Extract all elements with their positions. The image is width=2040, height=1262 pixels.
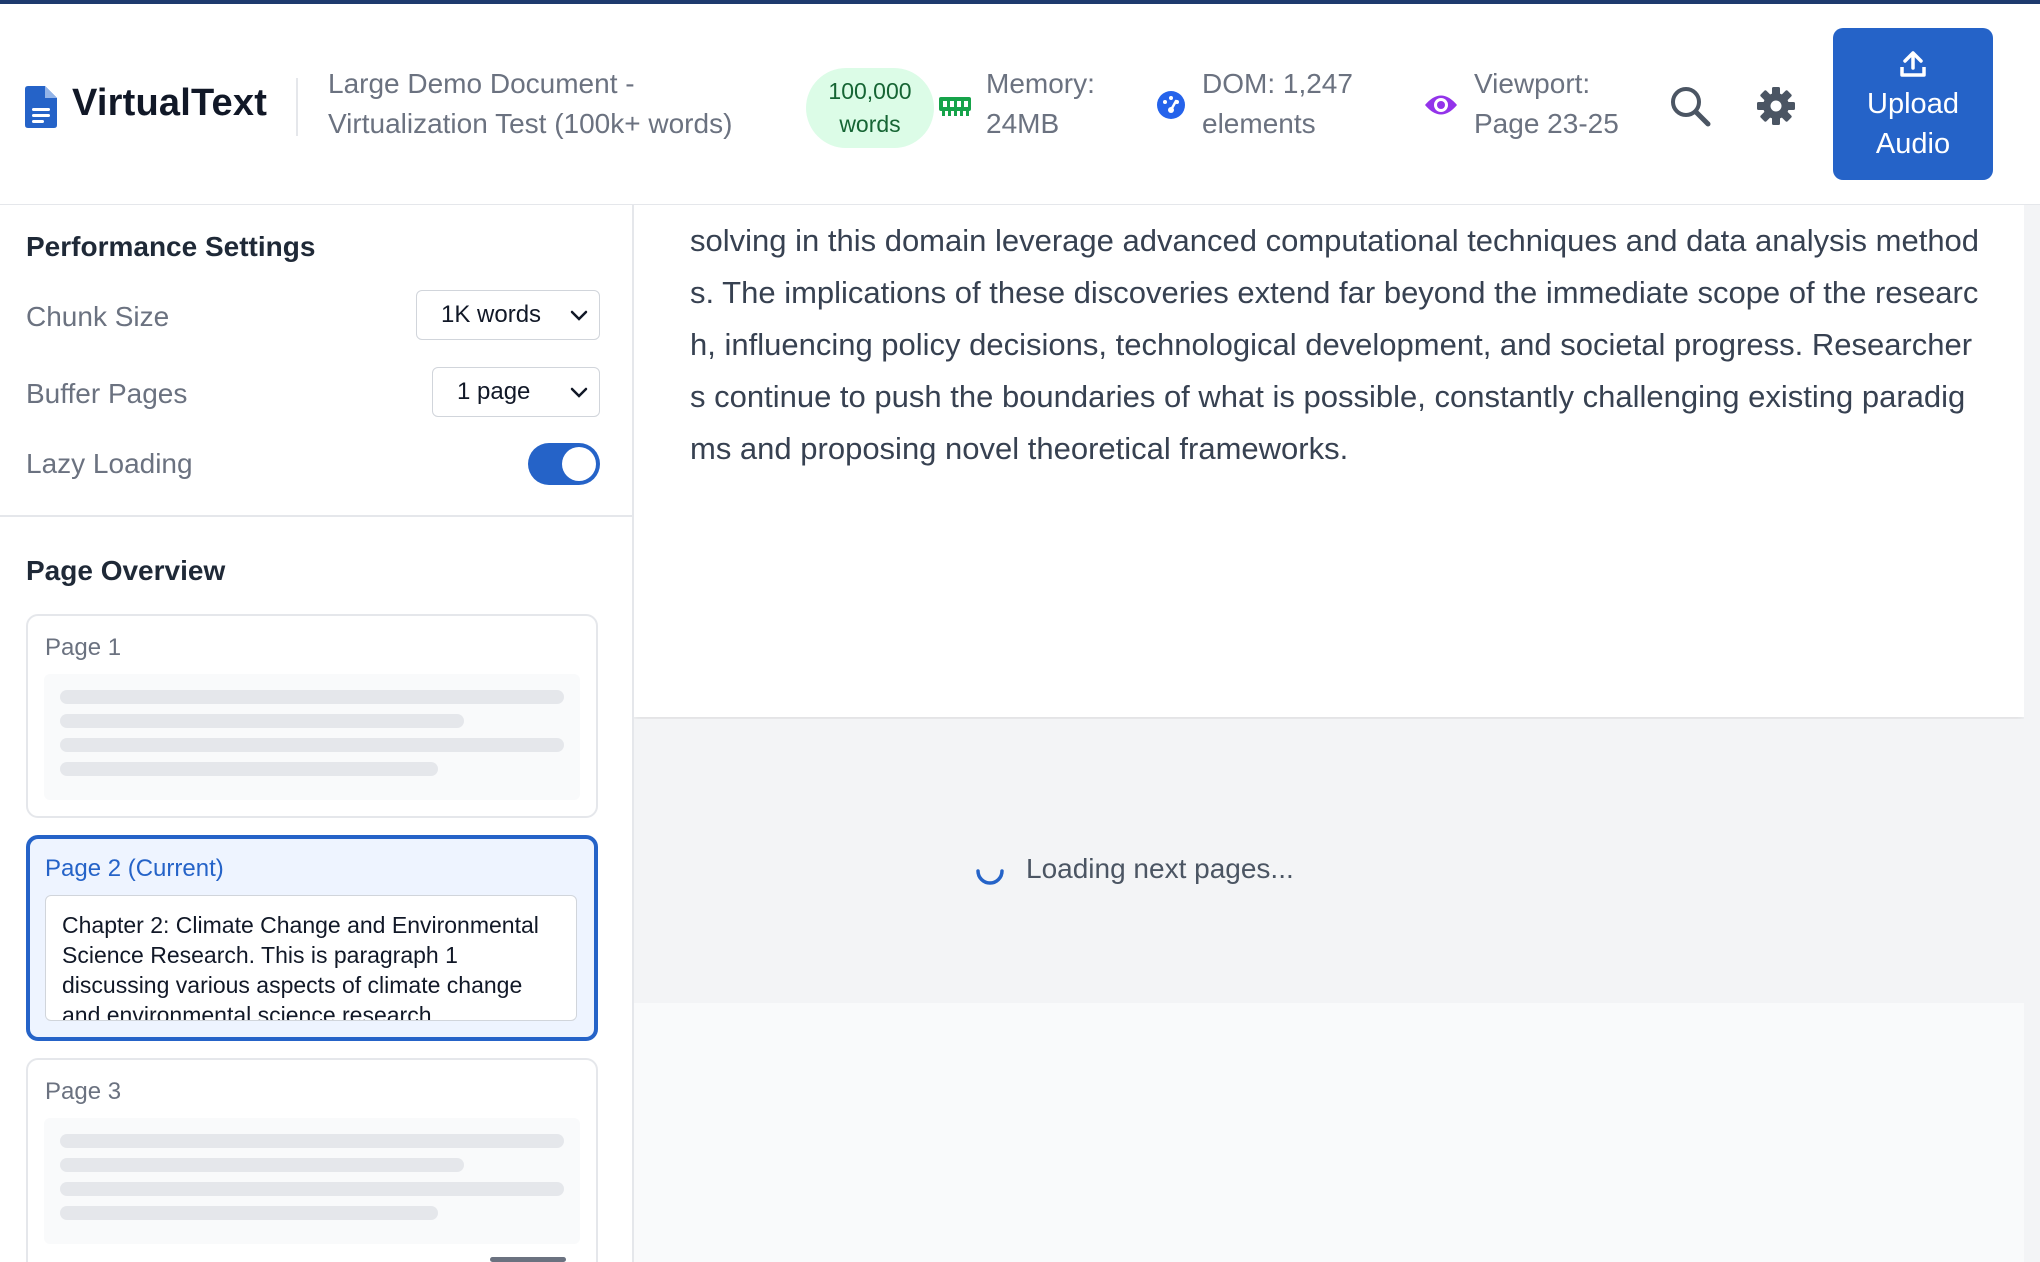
- dom-stat: DOM: 1,247 elements: [1202, 64, 1353, 144]
- memory-icon: [939, 97, 971, 116]
- loading-text: Loading next pages...: [1026, 853, 1294, 884]
- dom-stat-value: elements: [1202, 108, 1316, 139]
- spinner-icon: [976, 869, 1004, 885]
- memory-stat-label: Memory:: [986, 68, 1095, 99]
- skeleton-line: [60, 1182, 564, 1196]
- page-card-label: Page 1: [45, 634, 122, 661]
- document-page: solving in this domain leverage advanced…: [634, 205, 2024, 717]
- page-card-2-current[interactable]: Page 2 (Current) Chapter 2: Climate Chan…: [26, 835, 598, 1041]
- document-icon: [25, 86, 57, 128]
- document-viewer: solving in this domain leverage advanced…: [634, 205, 2024, 1262]
- unloaded-pages-area: [634, 1003, 2024, 1262]
- skeleton-line: [60, 1206, 438, 1220]
- upload-label-line2: Audio: [1875, 128, 1951, 160]
- eye-icon: [1425, 95, 1457, 115]
- page-card-1[interactable]: Page 1: [26, 614, 598, 818]
- page-skeleton: [44, 674, 580, 800]
- right-edge: [2024, 205, 2040, 1262]
- viewport-stat-value: Page 23-25: [1474, 108, 1619, 139]
- buffer-pages-value: 1 page: [457, 378, 531, 405]
- upload-label-line1: Upload: [1867, 88, 1959, 120]
- document-text: solving in this domain leverage advanced…: [690, 223, 1980, 466]
- sidebar-scrollbar[interactable]: [490, 1257, 566, 1262]
- page-preview-text: Chapter 2: Climate Change and Environmen…: [45, 895, 577, 1021]
- skeleton-line: [60, 1134, 564, 1148]
- document-title: Large Demo Document - Virtualization Tes…: [328, 68, 733, 139]
- performance-settings-title: Performance Settings: [26, 231, 316, 262]
- chunk-size-value: 1K words: [441, 301, 542, 328]
- memory-stat: Memory: 24MB: [986, 64, 1095, 144]
- upload-audio-button[interactable]: Upload Audio: [1833, 28, 1993, 180]
- gauge-icon: [1157, 91, 1185, 119]
- page-card-label: Page 2 (Current): [45, 855, 224, 882]
- search-icon[interactable]: [1668, 84, 1712, 128]
- page-skeleton: [44, 1118, 580, 1244]
- app-title: VirtualText: [72, 82, 268, 124]
- word-count-value: 100,000: [828, 78, 912, 104]
- page-card-3[interactable]: Page 3: [26, 1058, 598, 1262]
- page-card-label: Page 3: [45, 1078, 122, 1105]
- gear-icon[interactable]: [1754, 84, 1798, 128]
- toggle-knob: [562, 447, 596, 481]
- word-count-unit: words: [839, 111, 901, 137]
- buffer-pages-label: Buffer Pages: [26, 378, 188, 409]
- skeleton-line: [60, 762, 438, 776]
- chunk-size-select[interactable]: 1K words: [416, 290, 600, 340]
- app-header: VirtualText Large Demo Document - Virtua…: [0, 4, 2040, 205]
- chunk-size-label: Chunk Size: [26, 301, 170, 332]
- skeleton-line: [60, 1158, 464, 1172]
- skeleton-line: [60, 738, 564, 752]
- viewport-stat: Viewport: Page 23-25: [1474, 64, 1619, 144]
- skeleton-line: [60, 714, 464, 728]
- header-divider: [296, 78, 298, 136]
- sidebar: Performance Settings Chunk Size 1K words…: [0, 205, 634, 1262]
- chevron-down-icon: [570, 387, 588, 398]
- buffer-pages-select[interactable]: 1 page: [432, 367, 600, 417]
- upload-icon: [1900, 51, 1926, 77]
- lazy-loading-toggle[interactable]: [528, 443, 600, 485]
- chevron-down-icon: [570, 310, 588, 321]
- dom-stat-label: DOM: 1,247: [1202, 68, 1353, 99]
- page-overview-title: Page Overview: [26, 555, 226, 586]
- lazy-loading-label: Lazy Loading: [26, 448, 193, 479]
- memory-stat-value: 24MB: [986, 108, 1060, 139]
- viewport-stat-label: Viewport:: [1474, 68, 1591, 99]
- word-count-badge: 100,000 words: [806, 68, 934, 148]
- sidebar-divider: [0, 515, 632, 517]
- loading-indicator: Loading next pages...: [634, 719, 2024, 1003]
- upload-audio-label: Upload Audio: [1833, 84, 1993, 164]
- skeleton-line: [60, 690, 564, 704]
